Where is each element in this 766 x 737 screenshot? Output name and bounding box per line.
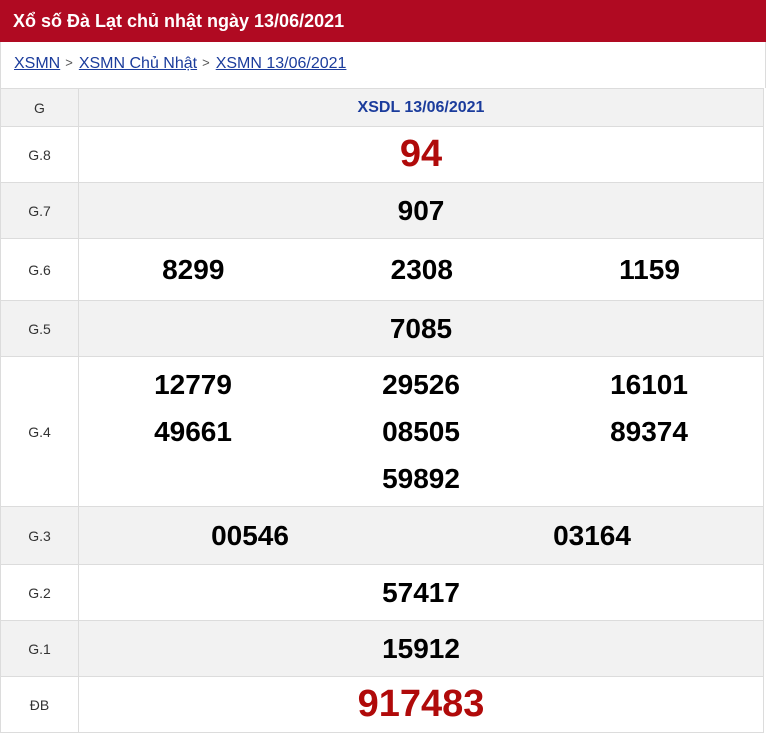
prize-label: G.2: [0, 564, 79, 621]
table-row-g7: G.7 907: [0, 182, 764, 239]
result-column-header: XSDL 13/06/2021: [78, 88, 764, 127]
table-row-special: ĐB 917483: [0, 676, 764, 733]
chevron-right-icon: >: [65, 55, 73, 70]
breadcrumb-link-xsmn[interactable]: XSMN: [14, 55, 60, 72]
prize-label: G.6: [0, 238, 79, 301]
prize-number: 29526: [382, 369, 460, 400]
table-row-g2: G.2 57417: [0, 564, 764, 621]
prize-number: 2308: [390, 253, 453, 285]
prize-label: ĐB: [0, 676, 79, 733]
chevron-right-icon: >: [202, 55, 210, 70]
breadcrumb-link-xsmn-date[interactable]: XSMN 13/06/2021: [216, 55, 347, 72]
prize-number: 7085: [78, 300, 764, 357]
table-header-row: G XSDL 13/06/2021: [0, 88, 764, 127]
prize-number: 907: [78, 182, 764, 239]
table-row-g6: G.6 8299 2308 1159: [0, 238, 764, 301]
breadcrumb: XSMN > XSMN Chủ Nhật > XSMN 13/06/2021: [0, 42, 766, 88]
table-row-g5: G.5 7085: [0, 300, 764, 357]
prize-number: 12779: [154, 369, 232, 400]
table-row-g8: G.8 94: [0, 126, 764, 183]
prize-number: 49661: [154, 416, 232, 447]
prize-number: 1159: [619, 253, 680, 285]
prize-label: G.4: [0, 356, 79, 507]
prize-number: 03164: [553, 519, 631, 551]
prize-number: 94: [78, 126, 764, 183]
prize-numbers: 12779 29526 16101 49661 08505 89374 5989…: [78, 356, 764, 507]
prize-label: G.8: [0, 126, 79, 183]
prize-numbers: 00546 03164: [78, 506, 764, 565]
prize-number: 8299: [162, 253, 225, 285]
prize-label: G.7: [0, 182, 79, 239]
table-row-g3: G.3 00546 03164: [0, 506, 764, 565]
prize-number: 15912: [78, 620, 764, 677]
prize-number-special: 917483: [78, 676, 764, 733]
prize-number: 57417: [78, 564, 764, 621]
prize-number: 59892: [382, 463, 460, 494]
page-title: Xổ số Đà Lạt chủ nhật ngày 13/06/2021: [0, 0, 766, 42]
prize-label: G.5: [0, 300, 79, 357]
prize-label: G.3: [0, 506, 79, 565]
prize-number: 89374: [610, 416, 688, 447]
prize-column-header: G: [0, 88, 79, 127]
table-row-g4: G.4 12779 29526 16101 49661 08505 89374 …: [0, 356, 764, 507]
table-row-g1: G.1 15912: [0, 620, 764, 677]
results-table: G XSDL 13/06/2021 G.8 94 G.7 907 G.6 829…: [0, 88, 764, 733]
breadcrumb-link-xsmn-chu-nhat[interactable]: XSMN Chủ Nhật: [79, 55, 197, 72]
prize-label: G.1: [0, 620, 79, 677]
prize-numbers: 8299 2308 1159: [78, 238, 764, 301]
prize-number: 00546: [211, 519, 289, 551]
prize-number: 08505: [382, 416, 460, 447]
prize-number: 16101: [610, 369, 688, 400]
